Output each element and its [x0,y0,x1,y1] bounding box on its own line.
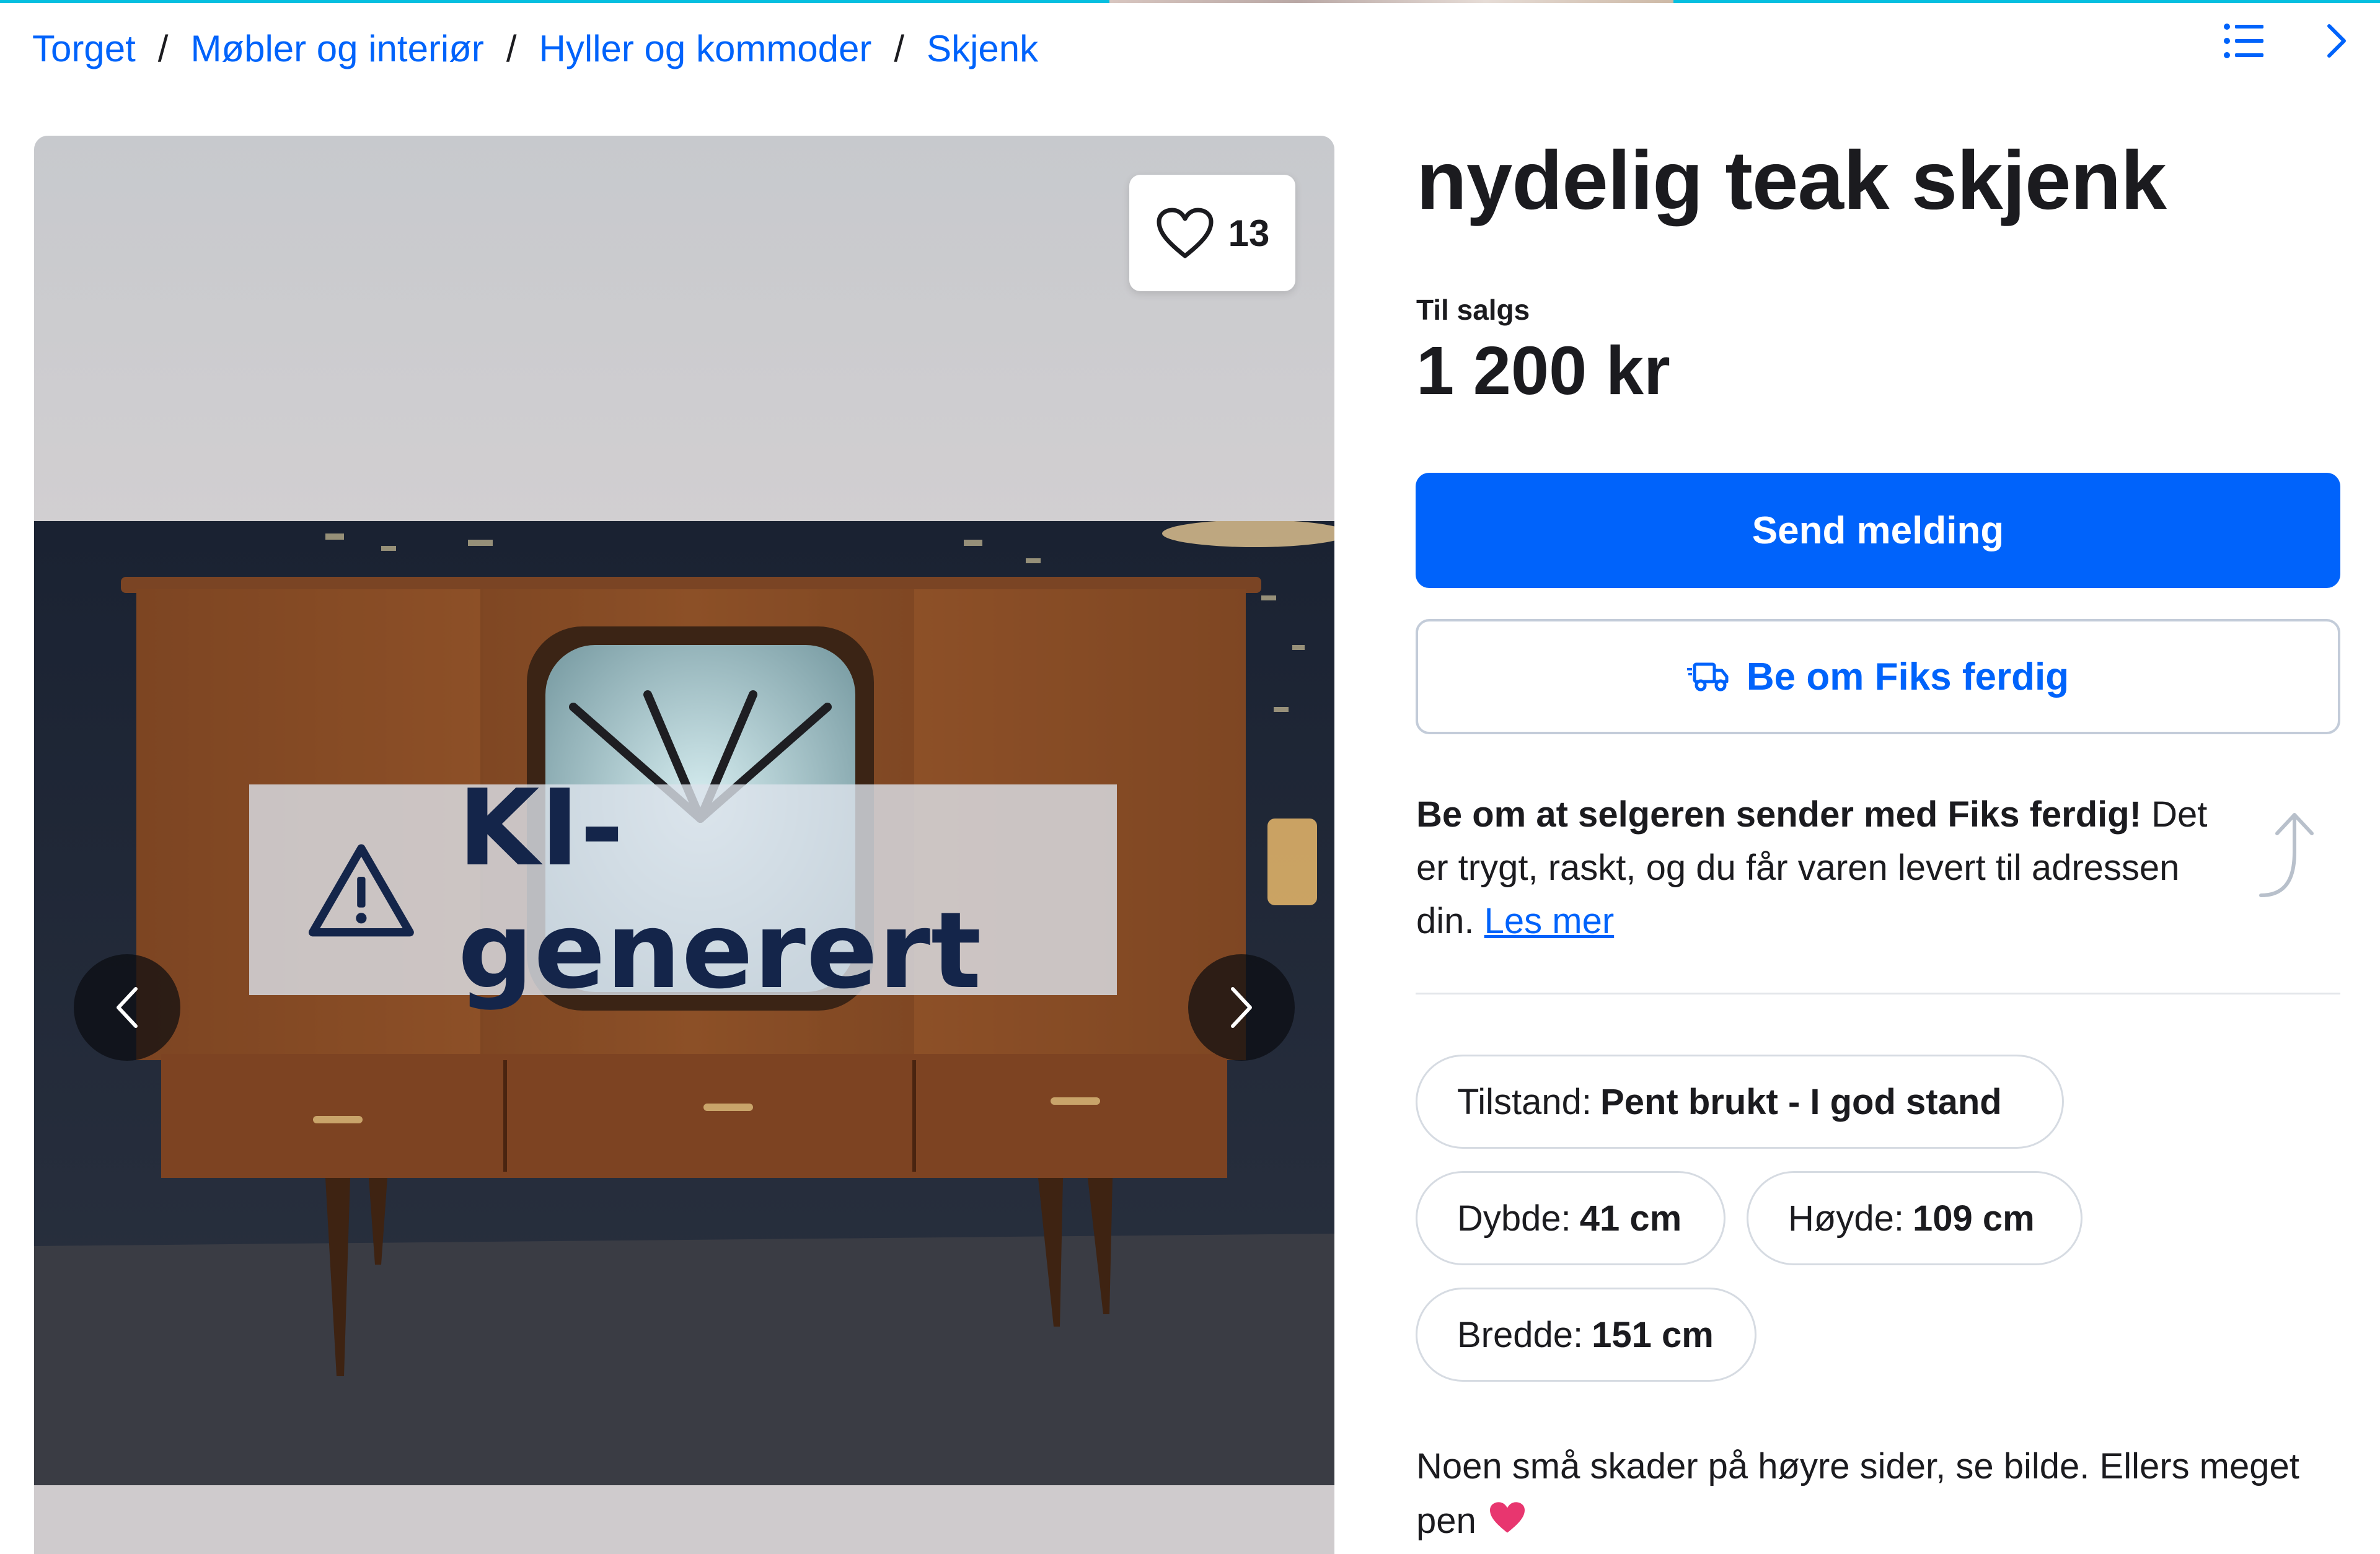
read-more-link[interactable]: Les mer [1484,901,1615,941]
favorite-count: 13 [1228,212,1270,254]
chevron-left-icon [117,987,138,1028]
attribute-height: Høyde: 109 cm [1747,1171,2082,1265]
promo-headline: Be om at selgeren sender med Fiks ferdig… [1416,794,2142,835]
attribute-width: Bredde: 151 cm [1416,1288,1756,1382]
request-shipping-label: Be om Fiks ferdig [1746,655,2069,698]
description-text: Noen små skader på høyre sider, se bilde… [1416,1446,2299,1541]
delivery-truck-icon [1686,662,1729,691]
breadcrumb-separator: / [157,27,169,69]
ai-generated-label: KI-generert [457,767,982,1012]
breadcrumb-torget[interactable]: Torget [32,27,136,70]
section-divider [1416,993,2340,994]
attribute-value: 109 cm [1912,1198,2035,1239]
warning-triangle-icon [308,844,414,937]
attribute-value: 41 cm [1579,1198,1682,1239]
breadcrumb-separator: / [894,27,905,69]
image-gallery[interactable]: 13 KI-generert [34,136,1334,1554]
shipping-promo: Be om at selgeren sender med Fiks ferdig… [1416,788,2234,948]
attribute-value: Pent brukt - I god stand [1600,1081,2002,1122]
top-accent-bar [0,0,2380,3]
heart-icon [1157,208,1214,258]
attribute-label: Tilstand: [1457,1081,1592,1122]
breadcrumb-hyller-og-kommoder[interactable]: Hyller og kommoder [539,27,872,70]
listing-price: 1 200 kr [1416,333,1670,409]
send-message-button[interactable]: Send melding [1416,473,2340,588]
listing-status: Til salgs [1416,294,1530,326]
gallery-next-button[interactable] [1188,954,1295,1061]
banner-image-strip [1109,0,1673,3]
attribute-label: Dybde: [1457,1198,1571,1239]
list-icon[interactable] [2224,24,2263,58]
breadcrumb: Torget / Møbler og interiør / Hyller og … [32,24,1038,73]
breadcrumb-skjenk[interactable]: Skjenk [927,27,1038,70]
curved-arrow-up-icon [2250,809,2330,905]
attribute-value: 151 cm [1592,1314,1714,1355]
next-photo-preview [34,1485,1334,1554]
attribute-label: Høyde: [1788,1198,1904,1239]
top-right-actions [2224,22,2348,59]
request-shipping-button[interactable]: Be om Fiks ferdig [1416,619,2340,734]
attribute-depth: Dybde: 41 cm [1416,1171,1726,1265]
chevron-right-icon[interactable] [2325,22,2348,59]
chevron-right-icon [1231,987,1252,1028]
listing-description: Noen små skader på høyre sider, se bilde… [1416,1439,2346,1551]
attribute-label: Bredde: [1457,1314,1584,1355]
breadcrumb-separator: / [506,27,517,69]
favorite-button[interactable]: 13 [1129,175,1295,291]
gallery-prev-button[interactable] [74,954,180,1061]
pink-heart-emoji [1488,1496,1527,1551]
attribute-condition: Tilstand: Pent brukt - I god stand [1416,1055,2064,1149]
listing-title: nydelig teak skjenk [1416,134,2167,227]
ai-generated-badge: KI-generert [249,767,1117,1012]
breadcrumb-mobler-og-interior[interactable]: Møbler og interiør [190,27,483,70]
